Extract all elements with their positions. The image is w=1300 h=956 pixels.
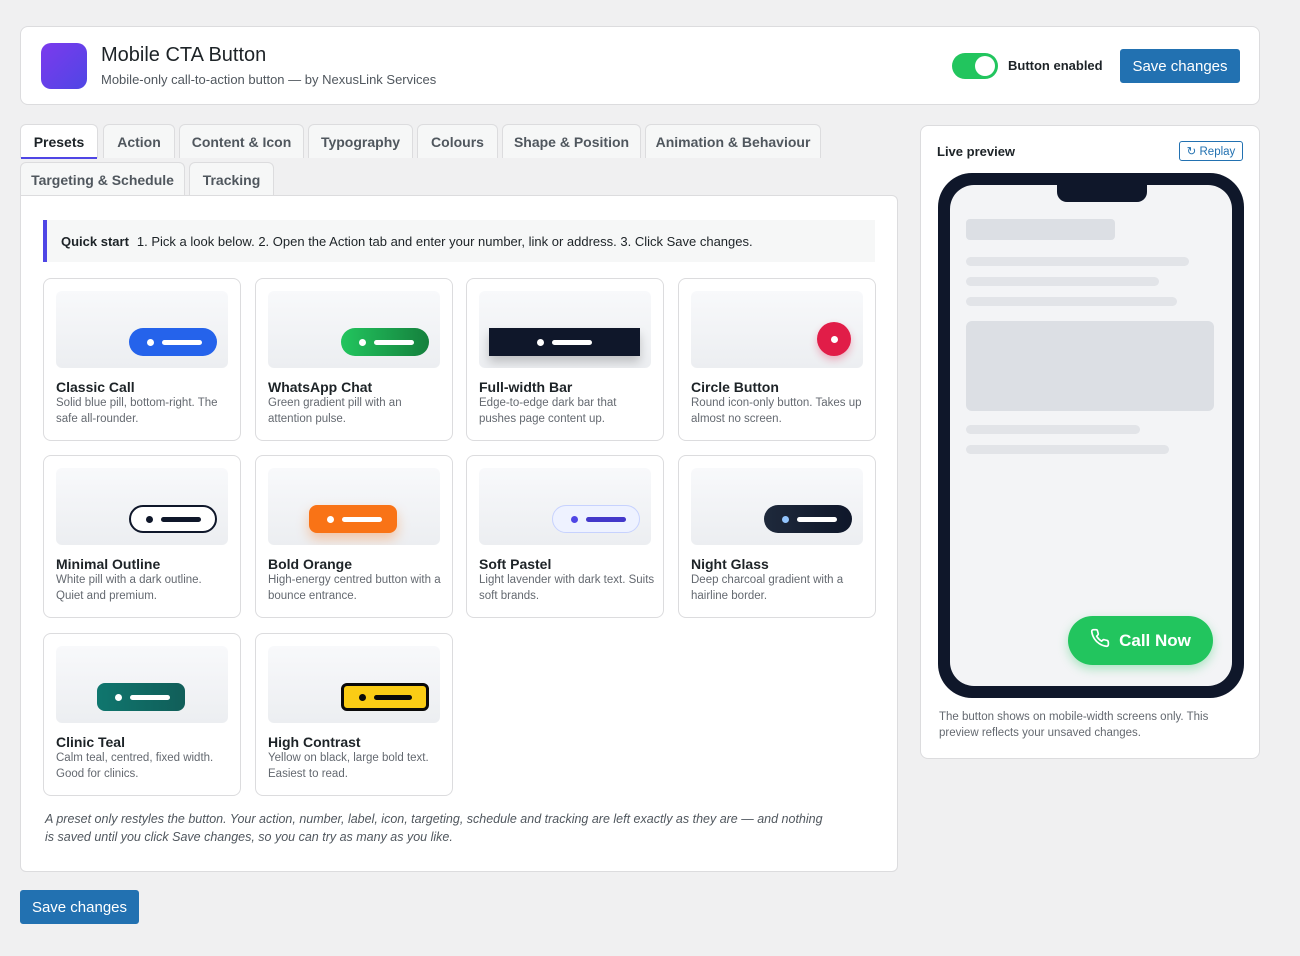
phone-notch <box>1057 185 1147 202</box>
preset-name: WhatsApp Chat <box>268 379 373 395</box>
phone-screen: Call Now <box>950 185 1232 686</box>
tab-presets[interactable]: Presets <box>20 124 98 159</box>
tab-targeting-schedule[interactable]: Targeting & Schedule <box>20 162 185 196</box>
tab-animation-behaviour[interactable]: Animation & Behaviour <box>645 124 821 158</box>
preset-card-whatsapp-chat[interactable]: WhatsApp Chat Green gradient pill with a… <box>255 278 453 441</box>
button-sample <box>341 328 429 356</box>
quick-start-text: 1. Pick a look below. 2. Open the Action… <box>136 233 753 249</box>
preset-description: Solid blue pill, bottom-right. The safe … <box>56 397 218 425</box>
preset-name: Soft Pastel <box>479 556 552 572</box>
preset-preview <box>268 468 440 545</box>
button-sample <box>97 683 185 711</box>
preset-name: Bold Orange <box>268 556 353 572</box>
save-button-top[interactable]: Save changes <box>1120 49 1240 83</box>
preset-card-clinic-teal[interactable]: Clinic Teal Calm teal, centred, fixed wi… <box>43 633 241 796</box>
preset-preview <box>56 646 228 723</box>
preset-description: Light lavender with dark text. Suits sof… <box>479 574 655 602</box>
preset-description: Green gradient pill with an attention pu… <box>268 397 402 425</box>
cta-preview-button[interactable]: Call Now <box>1068 616 1213 665</box>
preset-card-soft-pastel[interactable]: Soft Pastel Light lavender with dark tex… <box>466 455 664 618</box>
skeleton-line <box>966 277 1159 286</box>
button-sample <box>489 328 640 356</box>
button-sample <box>309 505 397 533</box>
preset-preview <box>479 468 651 545</box>
preset-name: Circle Button <box>691 379 779 395</box>
preset-name: Night Glass <box>691 556 769 572</box>
tab-tracking[interactable]: Tracking <box>189 162 274 196</box>
app-logo <box>41 43 87 89</box>
preset-description: Yellow on black, large bold text. Easies… <box>268 752 429 780</box>
tab-colours[interactable]: Colours <box>417 124 498 158</box>
cta-label: Call Now <box>1119 630 1191 650</box>
preset-card-classic-call[interactable]: Classic Call Solid blue pill, bottom-rig… <box>43 278 241 441</box>
tab-action[interactable]: Action <box>103 124 175 158</box>
live-preview-panel: Live preview ↻ Replay Call Now The butto… <box>920 125 1260 759</box>
preset-preview <box>691 468 863 545</box>
preset-description: Round icon-only button. Takes up almost … <box>691 397 862 425</box>
preset-card-high-contrast[interactable]: High Contrast Yellow on black, large bol… <box>255 633 453 796</box>
preset-description: Calm teal, centred, fixed width. Good fo… <box>56 752 214 780</box>
tab-shape-position[interactable]: Shape & Position <box>502 124 641 158</box>
live-preview-title: Live preview <box>937 144 1016 159</box>
button-enabled-toggle[interactable] <box>952 53 998 79</box>
quick-start-callout: Quick start 1. Pick a look below. 2. Ope… <box>43 220 875 262</box>
skeleton-heading <box>966 219 1115 240</box>
tab-typography[interactable]: Typography <box>308 124 413 158</box>
tab-content-icon[interactable]: Content & Icon <box>179 124 304 158</box>
button-sample <box>129 505 217 533</box>
preset-preview <box>268 646 440 723</box>
preset-preview <box>268 291 440 368</box>
app-title: Mobile CTA Button <box>101 44 267 66</box>
phone-frame: Call Now <box>938 173 1244 698</box>
preset-card-bold-orange[interactable]: Bold Orange High-energy centred button w… <box>255 455 453 618</box>
button-sample <box>817 322 851 356</box>
toggle-knob <box>975 56 995 76</box>
preset-name: Classic Call <box>56 379 135 395</box>
preset-name: High Contrast <box>268 734 361 750</box>
preset-name: Minimal Outline <box>56 556 161 572</box>
preset-description: Deep charcoal gradient with a hairline b… <box>691 574 844 602</box>
preview-note: The button shows on mobile-width screens… <box>939 711 1209 739</box>
preset-card-night-glass[interactable]: Night Glass Deep charcoal gradient with … <box>678 455 876 618</box>
skeleton-image <box>966 321 1214 411</box>
preset-preview <box>479 291 651 368</box>
preset-card-circle-button[interactable]: Circle Button Round icon-only button. Ta… <box>678 278 876 441</box>
app-header: Mobile CTA Button Mobile-only call-to-ac… <box>20 26 1260 105</box>
button-sample <box>764 505 852 533</box>
skeleton-line <box>966 425 1140 434</box>
replay-button[interactable]: ↻ Replay <box>1179 141 1243 161</box>
presets-panel: Quick start 1. Pick a look below. 2. Ope… <box>20 195 898 872</box>
preset-description: White pill with a dark outline. Quiet an… <box>56 574 202 602</box>
preset-name: Clinic Teal <box>56 734 125 750</box>
app-subtitle: Mobile-only call-to-action button — by N… <box>101 72 437 87</box>
preset-card-minimal-outline[interactable]: Minimal Outline White pill with a dark o… <box>43 455 241 618</box>
skeleton-line <box>966 445 1169 454</box>
quick-start-heading: Quick start <box>61 233 129 249</box>
preset-card-full-width-bar[interactable]: Full-width Bar Edge-to-edge dark bar tha… <box>466 278 664 441</box>
preset-description: High-energy centred button with a bounce… <box>268 574 441 602</box>
preset-description: Edge-to-edge dark bar that pushes page c… <box>479 397 617 425</box>
preset-name: Full-width Bar <box>479 379 573 395</box>
save-button-bottom[interactable]: Save changes <box>20 890 139 924</box>
phone-icon <box>1090 628 1110 653</box>
preset-note: A preset only restyles the button. Your … <box>45 812 823 844</box>
preset-preview <box>56 291 228 368</box>
preset-preview <box>56 468 228 545</box>
skeleton-line <box>966 297 1177 306</box>
skeleton-line <box>966 257 1189 266</box>
preset-preview <box>691 291 863 368</box>
button-sample <box>552 505 640 533</box>
button-sample <box>129 328 217 356</box>
button-sample <box>341 683 429 711</box>
toggle-label: Button enabled <box>1008 58 1103 73</box>
